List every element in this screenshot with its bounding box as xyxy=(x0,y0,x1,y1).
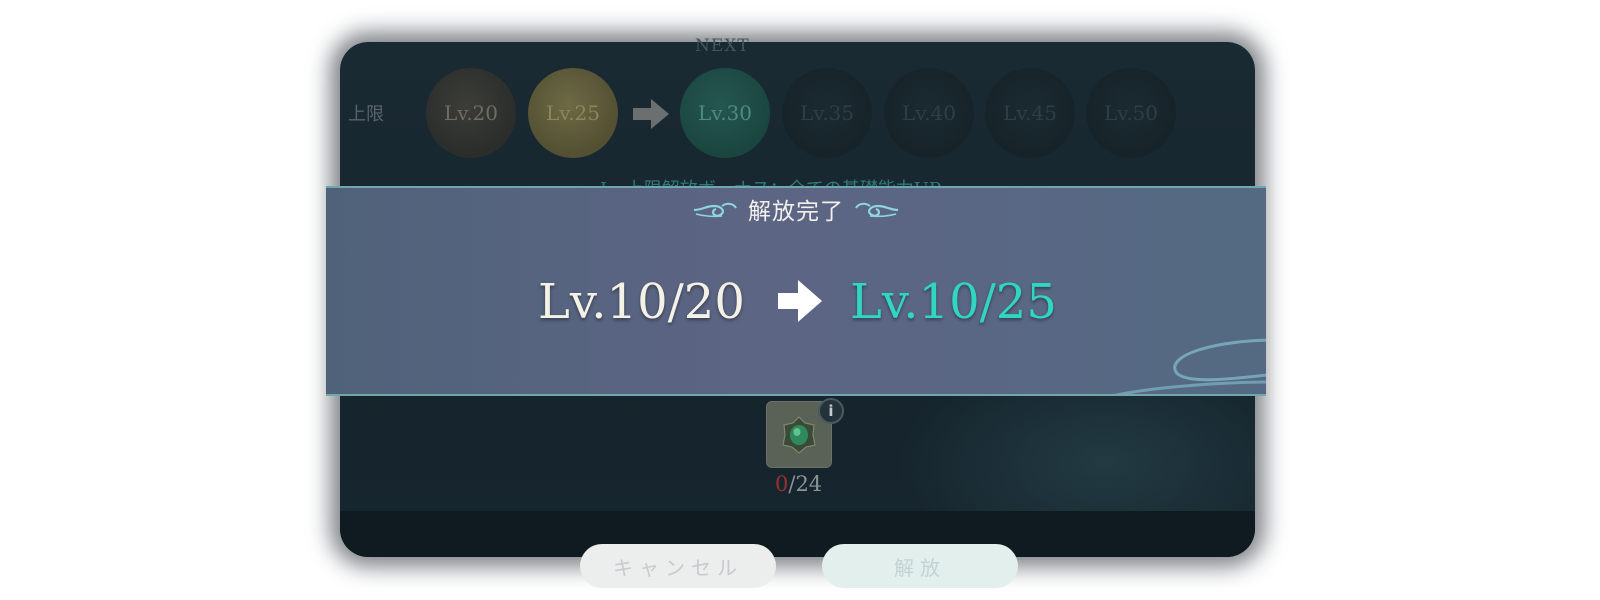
material-have: 0 xyxy=(775,472,789,496)
info-icon[interactable]: i xyxy=(818,398,844,424)
level-cap-label: Lv.35 xyxy=(799,101,854,125)
unlock-button[interactable]: 解放 xyxy=(822,544,1018,588)
level-cap-orb-30: Lv.30 xyxy=(680,68,770,158)
level-cap-orb-35: Lv.35 xyxy=(782,68,872,158)
level-cap-orb-45: Lv.45 xyxy=(985,68,1075,158)
level-cap-label: Lv.25 xyxy=(545,101,600,125)
level-cap-orb-50: Lv.50 xyxy=(1086,68,1176,158)
cancel-button[interactable]: キャンセル xyxy=(580,544,776,588)
level-cap-label: Lv.40 xyxy=(901,101,956,125)
level-cap-orb-25: Lv.25 xyxy=(528,68,618,158)
swirl-right-icon xyxy=(855,202,899,218)
level-cap-label: Lv.50 xyxy=(1103,101,1158,125)
banner-title-row: 解放完了 xyxy=(326,192,1266,226)
next-label: NEXT xyxy=(695,36,750,56)
dialog-footer xyxy=(340,511,1255,557)
level-cap-orb-40: Lv.40 xyxy=(884,68,974,158)
green-gem-icon xyxy=(782,415,816,454)
from-level: Lv.10/20 xyxy=(538,274,745,330)
arrow-right-icon xyxy=(633,99,669,129)
limit-label: 上限 xyxy=(348,104,384,125)
swirl-left-icon xyxy=(693,202,737,218)
unlock-complete-banner: 解放完了 Lv.10/20 Lv.10/25 xyxy=(326,186,1266,396)
level-cap-label: Lv.20 xyxy=(443,101,498,125)
material-count: 0/24 xyxy=(775,472,822,496)
material-need: /24 xyxy=(788,472,823,496)
level-cap-orb-20: Lv.20 xyxy=(426,68,516,158)
level-cap-label: Lv.30 xyxy=(697,101,752,125)
banner-title: 解放完了 xyxy=(748,199,844,225)
arrow-right-icon xyxy=(778,280,822,322)
level-cap-label: Lv.45 xyxy=(1002,101,1057,125)
to-level: Lv.10/25 xyxy=(850,274,1057,330)
wave-decoration-icon xyxy=(1114,338,1266,394)
